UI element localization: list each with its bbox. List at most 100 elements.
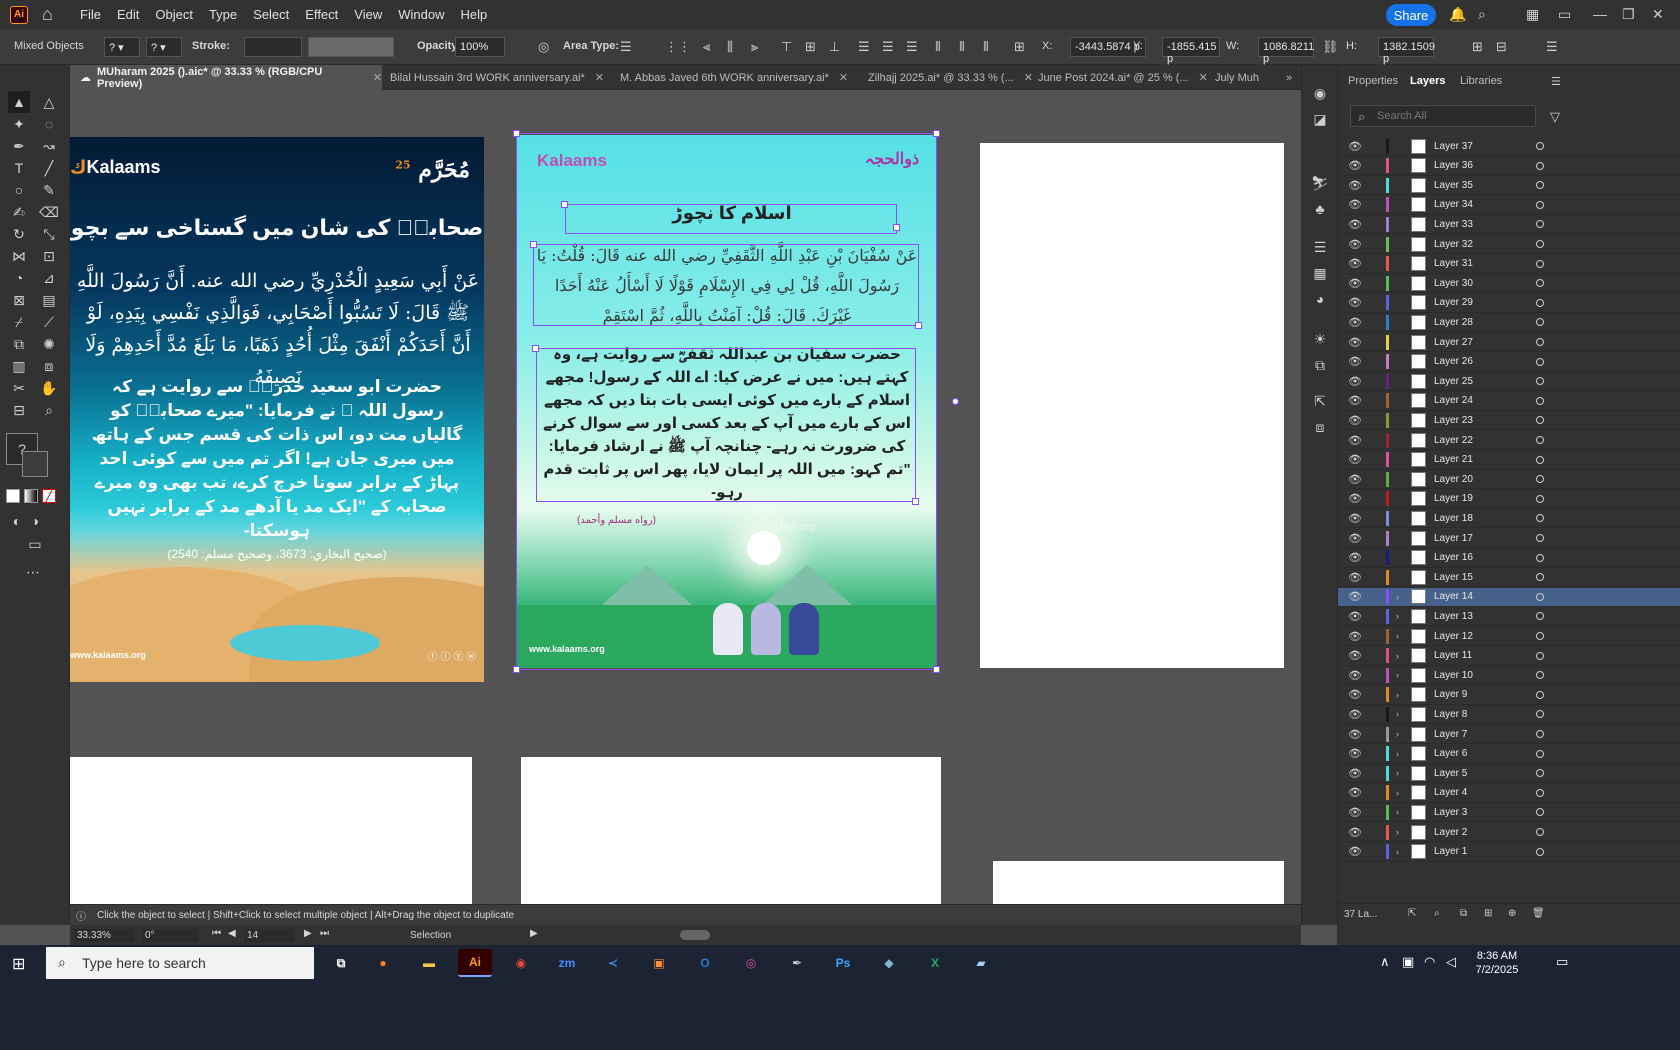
photoshop-icon[interactable]: Ps [826, 949, 860, 977]
blank-artboard[interactable] [521, 757, 941, 925]
canvas[interactable]: كKalaams مُحَرَّم 25 صحابہؓ کی شان میں گ… [70, 90, 1371, 925]
visibility-eye-icon[interactable]: 👁 [1348, 669, 1362, 682]
line-tool-icon[interactable]: ╱ [38, 157, 60, 179]
layer-row[interactable]: 👁 Layer 30 [1338, 274, 1680, 294]
visibility-eye-icon[interactable]: 👁 [1348, 590, 1362, 603]
target-circle-icon[interactable] [1536, 416, 1544, 425]
rotate-handle[interactable] [952, 398, 959, 405]
target-circle-icon[interactable] [1536, 651, 1544, 660]
expand-arrow-icon[interactable]: › [1396, 788, 1399, 798]
app-icon[interactable]: ▣ [642, 949, 676, 977]
rotate-tool-icon[interactable]: ↻ [8, 223, 30, 245]
target-circle-icon[interactable] [1536, 671, 1544, 680]
search-icon[interactable]: ⌕ [1478, 6, 1486, 23]
menu-type[interactable]: Type [209, 7, 237, 22]
target-circle-icon[interactable] [1536, 730, 1544, 738]
area-type-options-icon[interactable]: ☰ [620, 39, 632, 55]
layer-row[interactable]: 👁 Layer 22 [1338, 431, 1680, 450]
y-input[interactable]: -1855.415 p [1162, 37, 1220, 65]
artboard-tool-icon[interactable]: ⧈ [38, 355, 60, 377]
visibility-eye-icon[interactable]: 👁 [1348, 296, 1362, 309]
filter-icon[interactable]: ▽ [1550, 109, 1560, 125]
layer-row[interactable]: 👁 Layer 33 [1338, 215, 1680, 235]
clipping-mask-icon[interactable]: ⧉ [1460, 908, 1467, 919]
expand-arrow-icon[interactable]: › [1396, 729, 1399, 739]
minimize-icon[interactable]: — [1593, 6, 1607, 22]
target-circle-icon[interactable] [1536, 396, 1544, 405]
curvature-tool-icon[interactable]: ↝ [38, 135, 60, 157]
tab-m-abbas-javed[interactable]: M. Abbas Javed 6th WORK anniversary.ai* … [612, 65, 852, 90]
target-circle-icon[interactable] [1536, 690, 1544, 699]
target-circle-icon[interactable] [1536, 769, 1544, 778]
visibility-eye-icon[interactable]: 👁 [1348, 277, 1362, 290]
layer-row[interactable]: 👁 Layer 18 [1338, 509, 1680, 529]
layer-row[interactable]: 👁 Layer 19 [1338, 490, 1680, 509]
stroke-panel-icon[interactable]: ☰ [1311, 239, 1329, 257]
visibility-eye-icon[interactable]: 👁 [1348, 806, 1362, 819]
width-tool-icon[interactable]: ⋈ [8, 245, 30, 267]
chrome-icon[interactable]: ◉ [504, 949, 538, 977]
layer-row[interactable]: 👁 Layer 25 [1338, 372, 1680, 392]
layer-row[interactable]: 👁 › Layer 4 [1338, 784, 1680, 803]
layer-row[interactable]: 👁 Layer 29 [1338, 294, 1680, 313]
urdu-text-frame[interactable] [536, 348, 916, 502]
paintbrush-tool-icon[interactable]: ✎ [38, 179, 60, 201]
artboards-panel-icon[interactable]: ⧈ [1311, 419, 1329, 437]
volume-icon[interactable]: ◁ [1446, 954, 1456, 970]
visibility-eye-icon[interactable]: 👁 [1348, 571, 1362, 584]
visibility-eye-icon[interactable]: 👁 [1348, 610, 1362, 623]
visibility-eye-icon[interactable]: 👁 [1348, 473, 1362, 486]
layer-row[interactable]: 👁 Layer 27 [1338, 333, 1680, 352]
resize-handle[interactable] [893, 224, 900, 231]
visibility-eye-icon[interactable]: 👁 [1348, 767, 1362, 780]
scale-tool-icon[interactable]: ⤡ [38, 223, 60, 245]
w-input[interactable]: 1086.8211 p [1258, 37, 1314, 65]
target-circle-icon[interactable] [1536, 259, 1544, 268]
outlook-icon[interactable]: O [688, 949, 722, 977]
blank-artboard[interactable] [70, 757, 472, 925]
firefox-icon[interactable]: ● [366, 949, 400, 977]
visibility-eye-icon[interactable]: 👁 [1348, 316, 1362, 329]
visibility-eye-icon[interactable]: 👁 [1348, 238, 1362, 251]
align-center-icon[interactable]: ⫼ [727, 39, 733, 55]
visibility-eye-icon[interactable]: 👁 [1348, 355, 1362, 368]
menu-view[interactable]: View [354, 7, 382, 22]
expand-arrow-icon[interactable]: › [1396, 847, 1399, 857]
expand-arrow-icon[interactable]: › [1396, 651, 1399, 661]
target-circle-icon[interactable] [1536, 710, 1544, 719]
column-graph-tool-icon[interactable]: ▥ [8, 355, 30, 377]
layer-row[interactable]: 👁 Layer 36 [1338, 157, 1680, 176]
visibility-eye-icon[interactable]: 👁 [1348, 159, 1362, 172]
target-circle-icon[interactable] [1536, 749, 1544, 758]
stroke-weight-input[interactable] [244, 37, 302, 57]
layer-row[interactable]: 👁 › Layer 2 [1338, 823, 1680, 842]
layer-row[interactable]: 👁 › Layer 8 [1338, 705, 1680, 725]
align-middle-icon[interactable]: ⊞ [805, 39, 816, 55]
transform-icon[interactable]: ⊞ [1472, 39, 1483, 55]
last-artboard-icon[interactable]: ⏭ [320, 928, 329, 939]
resize-handle[interactable] [933, 666, 940, 673]
tab-zilhajj-2025[interactable]: Zilhajj 2025.ai* @ 33.33 % (... ✕ [860, 65, 1040, 90]
close-tab-icon[interactable]: ✕ [839, 71, 848, 84]
windows-start-icon[interactable]: ⊞ [12, 954, 25, 974]
visibility-eye-icon[interactable]: 👁 [1348, 218, 1362, 231]
menu-select[interactable]: Select [253, 7, 289, 22]
close-tab-icon[interactable]: ✕ [373, 71, 382, 84]
target-circle-icon[interactable] [1536, 181, 1544, 190]
align-bottom-icon[interactable]: ⊥ [829, 39, 840, 55]
perspective-grid-tool-icon[interactable]: ⊿ [38, 267, 60, 289]
layer-row[interactable]: 👁 Layer 15 [1338, 568, 1680, 588]
visibility-eye-icon[interactable]: 👁 [1348, 375, 1362, 388]
layer-row[interactable]: 👁 › Layer 13 [1338, 607, 1680, 627]
layer-row[interactable]: 👁 Layer 31 [1338, 255, 1680, 274]
resize-handle[interactable] [530, 241, 537, 248]
app-icon[interactable]: ▰ [964, 949, 998, 977]
visibility-eye-icon[interactable]: 👁 [1348, 551, 1362, 564]
more-tabs-icon[interactable]: » [1278, 65, 1300, 90]
symbol-sprayer-tool-icon[interactable]: ✺ [38, 333, 60, 355]
target-circle-icon[interactable] [1536, 612, 1544, 621]
layers-search-input[interactable]: Search All [1350, 105, 1536, 127]
network-icon[interactable]: ▣ [1402, 954, 1414, 970]
resize-handle[interactable] [912, 498, 919, 505]
layer-row[interactable]: 👁 Layer 21 [1338, 451, 1680, 470]
